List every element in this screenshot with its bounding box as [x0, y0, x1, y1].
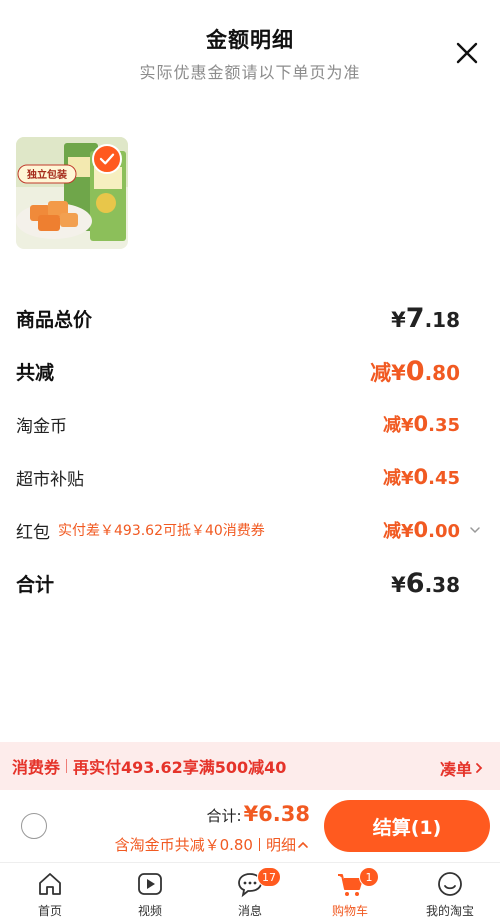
checkout-total-label: 合计: [206, 807, 242, 825]
coupon-divider [66, 759, 68, 773]
subsidy-value: 减¥0.45 [382, 465, 460, 489]
red-packet-label: 红包 [16, 522, 50, 543]
checkout-button[interactable]: 结算(1) [324, 800, 490, 852]
coupon-text: 再实付493.62享满500减40 [73, 758, 287, 777]
sheet-subtitle: 实际优惠金额请以下单页为准 [139, 63, 361, 82]
coins-row: 淘金币 减¥0.35 [16, 409, 460, 439]
total-row: 合计 ¥6.38 [16, 567, 460, 599]
tab-cart[interactable]: 1 购物车 [300, 863, 400, 922]
total-discount-value: 减¥0.80 [370, 355, 460, 387]
sub-divider [258, 838, 260, 851]
profile-icon [438, 872, 462, 896]
subtotal-value: ¥7.18 [391, 302, 460, 334]
tab-label: 我的淘宝 [425, 904, 474, 918]
subsidy-row: 超市补贴 减¥0.45 [16, 462, 460, 492]
subtotal-row: 商品总价 ¥7.18 [16, 302, 460, 334]
coins-label: 淘金币 [16, 416, 67, 437]
selected-check-icon[interactable] [92, 144, 122, 174]
checkout-total-value: ¥6.38 [243, 802, 310, 826]
add-items-link[interactable]: 凑单 [440, 756, 486, 780]
coupon-tag: 消费券 [12, 758, 61, 777]
red-packet-row[interactable]: 红包 实付差￥493.62可抵￥40消费券 减¥0.00 [16, 515, 460, 545]
tab-my-taobao[interactable]: 我的淘宝 [400, 863, 500, 922]
chevron-down-icon[interactable] [468, 523, 482, 537]
checkout-bar: 合计: ¥6.38 含淘金币共减￥0.80 明细 结算(1) [0, 790, 500, 862]
detail-label: 明细 [265, 836, 296, 854]
tab-messages[interactable]: 17 消息 [200, 863, 300, 922]
coins-discount-note: 含淘金币共减￥0.80 [114, 836, 253, 854]
tab-label: 消息 [237, 904, 262, 918]
tab-label: 购物车 [331, 904, 368, 918]
tab-label: 首页 [37, 904, 62, 918]
sheet-title: 金额明细 [206, 28, 294, 52]
total-label: 合计 [16, 573, 55, 596]
bottom-tab-bar: 首页 视频 17 消息 1 购物车 我的淘宝 [0, 862, 500, 922]
checkout-total: 合计: ¥6.38 [207, 802, 311, 826]
add-items-label: 凑单 [439, 760, 472, 779]
coins-value: 减¥0.35 [382, 412, 460, 436]
total-value: ¥6.38 [391, 567, 460, 599]
close-icon[interactable] [452, 38, 482, 68]
checkout-sub-line: 含淘金币共减￥0.80 明细 [115, 834, 310, 855]
chevron-up-icon [298, 841, 308, 848]
video-icon [138, 873, 162, 895]
coupon-promo-bar: 消费券 再实付493.62享满500减40 凑单 [0, 742, 500, 790]
red-packet-note: 实付差￥493.62可抵￥40消费券 [58, 523, 265, 539]
select-all-checkbox[interactable] [21, 813, 47, 839]
subsidy-label: 超市补贴 [16, 469, 84, 490]
tab-video[interactable]: 视频 [100, 863, 200, 922]
red-packet-value: 减¥0.00 [382, 518, 460, 542]
tab-label: 视频 [137, 904, 162, 918]
total-discount-label: 共减 [16, 361, 55, 384]
subtotal-label: 商品总价 [16, 308, 93, 331]
tab-home[interactable]: 首页 [0, 863, 100, 922]
cart-badge: 1 [359, 867, 379, 887]
amount-detail-sheet: 金额明细 实际优惠金额请以下单页为准 独立包装 商品总价 ¥7.18 共减 减¥… [0, 0, 500, 742]
chevron-right-icon [476, 763, 483, 773]
product-image-caption: 独立包装 [27, 168, 67, 181]
home-icon [39, 873, 61, 895]
total-discount-row: 共减 减¥0.80 [16, 355, 460, 387]
detail-toggle[interactable]: 明细 [266, 834, 310, 855]
messages-badge: 17 [257, 867, 281, 887]
